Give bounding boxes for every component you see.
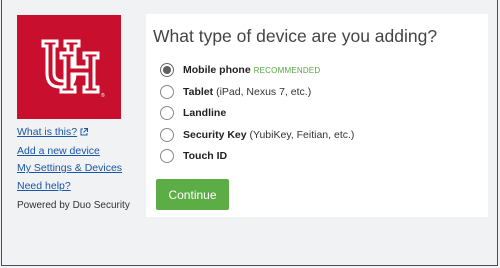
option-title: Tablet <box>183 85 214 98</box>
need-help-link[interactable]: Need help? <box>17 180 122 193</box>
sidebar-links: What is this? Add a new device My Settin… <box>17 126 122 197</box>
add-new-device-link[interactable]: Add a new device <box>17 145 122 158</box>
option-label: Tablet (iPad, Nexus 7, etc.) <box>183 86 311 98</box>
option-label: Landline <box>183 107 226 119</box>
settings-devices-link[interactable]: My Settings & Devices <box>17 162 122 175</box>
option-detail: (iPad, Nexus 7, etc.) <box>213 85 312 98</box>
uh-logo-icon: ® <box>41 39 105 99</box>
option-label: Touch ID <box>183 150 227 162</box>
powered-by-text: Powered by Duo Security <box>17 200 130 211</box>
page-frame: ® What is this? Add a new device My Sett… <box>1 0 498 266</box>
radio-landline[interactable] <box>160 106 174 120</box>
option-title: Touch ID <box>183 150 228 162</box>
what-is-this-link[interactable]: What is this? <box>17 126 122 140</box>
svg-text:®: ® <box>101 92 105 99</box>
option-label: Security Key (YubiKey, Feitian, etc.) <box>183 129 354 141</box>
recommended-badge: RECOMMENDED <box>253 66 321 75</box>
radio-tablet[interactable] <box>160 84 174 99</box>
page-title: What type of device are you adding? <box>153 26 438 46</box>
option-title: Security Key <box>183 128 247 141</box>
continue-button[interactable]: Continue <box>156 179 229 210</box>
external-link-icon <box>80 127 89 140</box>
radio-touch-id[interactable] <box>160 149 174 163</box>
option-title: Mobile phone <box>183 64 251 76</box>
what-is-this-label: What is this? <box>17 126 78 138</box>
radio-mobile-phone[interactable] <box>160 63 174 77</box>
option-title: Landline <box>183 107 227 119</box>
radio-security-key[interactable] <box>160 127 174 142</box>
option-label: Mobile phone RECOMMENDED <box>183 64 320 76</box>
university-logo: ® <box>17 15 121 119</box>
option-detail: (YubiKey, Feitian, etc.) <box>246 128 355 141</box>
device-selection-panel: What type of device are you adding? Mobi… <box>146 14 488 217</box>
